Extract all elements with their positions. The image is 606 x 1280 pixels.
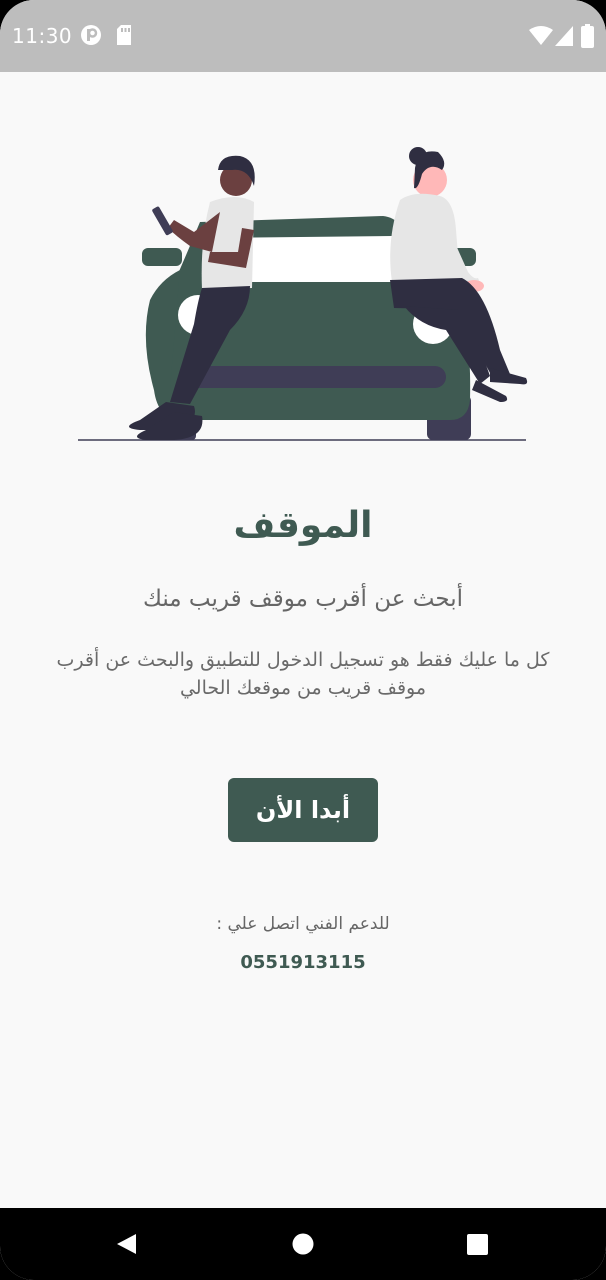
- wifi-icon: [529, 26, 553, 50]
- battery-icon: [581, 24, 594, 52]
- people-leaning-on-car-illustration: [78, 147, 528, 441]
- sd-card-icon: [116, 24, 132, 50]
- status-time: 11:30: [12, 24, 73, 48]
- app-description: كل ما عليك فقط هو تسجيل الدخول للتطبيق و…: [56, 649, 550, 699]
- back-icon[interactable]: [114, 1232, 138, 1260]
- start-button[interactable]: أبدا الأن: [228, 778, 378, 842]
- app-title: الموقف: [233, 505, 373, 546]
- p-app-icon: [80, 24, 102, 50]
- app-subtitle: أبحث عن أقرب موقف قريب منك: [142, 586, 464, 612]
- recents-icon[interactable]: [467, 1234, 488, 1259]
- app-screen: 11:30 الموقف أبحث عن أقرب موقف قريب منك …: [0, 0, 606, 1280]
- cell-signal-icon: [555, 26, 573, 50]
- home-icon[interactable]: [292, 1233, 314, 1259]
- support-phone-link[interactable]: 0551913115: [0, 952, 606, 973]
- navigation-bar: [0, 1208, 606, 1280]
- support-label: للدعم الفني اتصل علي :: [216, 914, 390, 934]
- status-bar: 11:30: [0, 0, 606, 72]
